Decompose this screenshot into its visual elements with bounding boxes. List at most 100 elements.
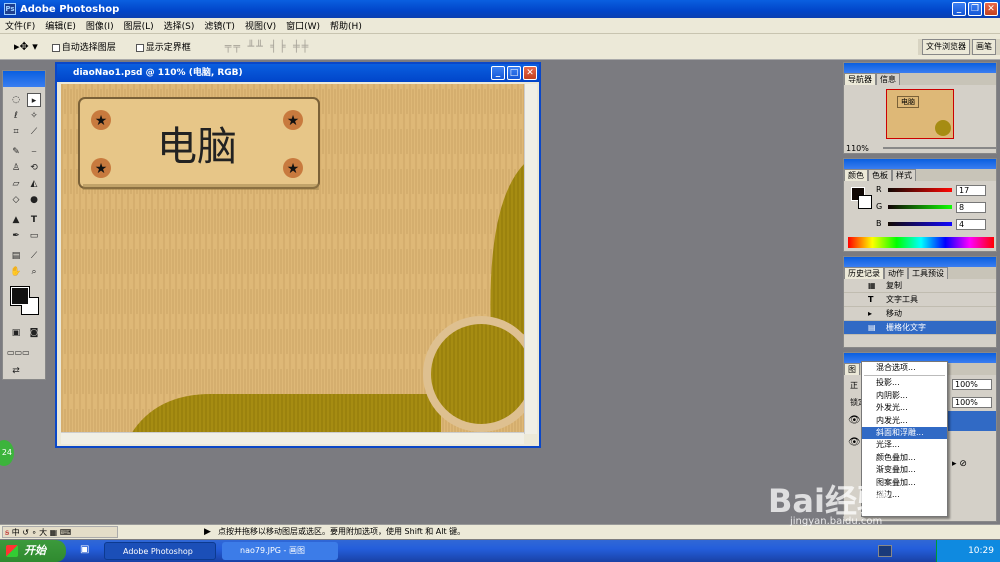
clock[interactable]: 10:29: [968, 546, 994, 556]
menu-item-inner-shadow[interactable]: 内阴影...: [862, 390, 947, 402]
doc-maximize-button[interactable]: □: [507, 66, 521, 80]
brushes-tab[interactable]: 画笔: [972, 39, 996, 55]
menu-select[interactable]: 选择(S): [159, 19, 200, 32]
menu-item-gradient-overlay[interactable]: 渐变叠加...: [862, 464, 947, 476]
menu-edit[interactable]: 编辑(E): [40, 19, 81, 32]
tab-swatches[interactable]: 色板: [868, 169, 892, 181]
tab-info[interactable]: 信息: [876, 73, 900, 85]
start-button[interactable]: 开始: [0, 540, 66, 562]
quick-launch-icon[interactable]: ▣: [80, 544, 89, 555]
history-item-selected[interactable]: ▤ 栅格化文字: [844, 321, 996, 335]
screen-mode-icons[interactable]: ▭▭▭: [7, 346, 30, 360]
ime-mode-label[interactable]: 中: [12, 528, 20, 537]
pen-tool-icon[interactable]: ✒: [9, 229, 23, 243]
menu-item-drop-shadow[interactable]: 投影...: [862, 377, 947, 389]
slice-tool-icon[interactable]: ⟋: [27, 125, 41, 139]
dodge-tool-icon[interactable]: ●: [27, 193, 41, 207]
tray-app-icon[interactable]: [878, 545, 892, 557]
navigator-thumbnail[interactable]: 电脑: [886, 89, 954, 139]
eraser-tool-icon[interactable]: ▱: [9, 177, 23, 191]
g-slider[interactable]: [888, 205, 952, 209]
menu-item-satin[interactable]: 光泽...: [862, 439, 947, 451]
menu-file[interactable]: 文件(F): [0, 19, 40, 32]
taskbar-photoshop[interactable]: Adobe Photoshop: [104, 542, 216, 560]
clone-stamp-icon[interactable]: ♙: [9, 161, 23, 175]
align-icons[interactable]: ╤╤ ╨╨ ╡╞ ╪╪: [225, 40, 310, 53]
menu-layer[interactable]: 图层(L): [119, 19, 159, 32]
close-button[interactable]: ✕: [984, 2, 998, 16]
menu-item-inner-glow[interactable]: 内发光...: [862, 415, 947, 427]
r-slider[interactable]: [888, 188, 952, 192]
move-tool-preset-icon[interactable]: ▸✥ ▾: [14, 40, 38, 53]
eye-icon[interactable]: 👁: [848, 415, 861, 426]
bg-color-chip[interactable]: [858, 195, 872, 209]
menu-item-blending-options[interactable]: 混合选项...: [862, 362, 947, 374]
layer-style-icon[interactable]: ▸ ⊘: [952, 459, 967, 469]
menu-image[interactable]: 图像(I): [81, 19, 119, 32]
history-brush-icon[interactable]: ⟲: [27, 161, 41, 175]
menu-filter[interactable]: 滤镜(T): [199, 19, 240, 32]
auto-select-layer-option[interactable]: 自动选择图层: [51, 40, 116, 53]
eye-icon[interactable]: 👁: [848, 437, 861, 448]
hand-tool-icon[interactable]: ✋: [9, 265, 23, 279]
paint-bucket-icon[interactable]: ◭: [27, 177, 41, 191]
menu-window[interactable]: 窗口(W): [281, 19, 325, 32]
menu-view[interactable]: 视图(V): [240, 19, 281, 32]
g-value-input[interactable]: 8: [956, 202, 986, 213]
menu-item-bevel-emboss[interactable]: 斜面和浮雕...: [862, 426, 947, 440]
move-tool-icon[interactable]: ▸: [27, 93, 41, 107]
tab-layers[interactable]: 图: [844, 363, 860, 375]
shape-tool-icon[interactable]: ▭: [27, 229, 41, 243]
minimize-button[interactable]: _: [952, 2, 966, 16]
history-item[interactable]: T 文字工具: [844, 293, 996, 307]
vertical-scrollbar[interactable]: [524, 84, 537, 434]
show-bounds-option[interactable]: 显示定界框: [135, 40, 191, 53]
opacity-input[interactable]: 100%: [952, 379, 992, 390]
crop-tool-icon[interactable]: ⌗: [9, 125, 23, 139]
doc-minimize-button[interactable]: _: [491, 66, 505, 80]
jump-to-imageready-icon[interactable]: ⇄: [9, 364, 23, 378]
healing-brush-icon[interactable]: ✎: [9, 145, 23, 159]
brush-tool-icon[interactable]: ⎯: [27, 145, 41, 159]
blur-tool-icon[interactable]: ◇: [9, 193, 23, 207]
standard-mode-icon[interactable]: ▣: [9, 326, 23, 340]
menu-item-outer-glow[interactable]: 外发光...: [862, 402, 947, 414]
blend-mode-select[interactable]: 正: [850, 380, 858, 391]
taskbar-paint[interactable]: nao79.JPG - 画图: [222, 542, 338, 560]
quick-mask-icon[interactable]: ◙: [27, 326, 41, 340]
history-item[interactable]: ▦ 复制: [844, 279, 996, 293]
navigator-zoom[interactable]: 110%: [846, 144, 869, 153]
type-tool-icon[interactable]: T: [27, 213, 41, 227]
menu-item-color-overlay[interactable]: 颜色叠加...: [862, 452, 947, 464]
notes-tool-icon[interactable]: ▤: [9, 249, 23, 263]
marquee-tool-icon[interactable]: ◌: [9, 93, 23, 107]
tab-tool-presets[interactable]: 工具预设: [908, 267, 948, 279]
history-item[interactable]: ▸ 移动: [844, 307, 996, 321]
ime-toolbar[interactable]: ꞩ 中 ↺ ∘ 大 ▦ ⌨: [2, 526, 118, 538]
image-canvas[interactable]: ★ ★ ★ ★ 电脑: [61, 84, 524, 434]
b-slider[interactable]: [888, 222, 952, 226]
zoom-tool-icon[interactable]: ⌕: [27, 265, 41, 279]
file-browser-tab[interactable]: 文件浏览器: [922, 39, 970, 55]
b-value-input[interactable]: 4: [956, 219, 986, 230]
color-ramp[interactable]: [848, 237, 994, 248]
menu-help[interactable]: 帮助(H): [325, 19, 367, 32]
eyedropper-icon[interactable]: ⟋: [27, 249, 41, 263]
horizontal-scrollbar[interactable]: [61, 432, 524, 444]
auto-select-checkbox[interactable]: [51, 43, 60, 52]
fill-input[interactable]: 100%: [952, 397, 992, 408]
doc-close-button[interactable]: ✕: [523, 66, 537, 80]
r-value-input[interactable]: 17: [956, 185, 986, 196]
restore-button[interactable]: ❐: [968, 2, 982, 16]
tab-color[interactable]: 颜色: [844, 169, 868, 181]
ime-controls-icon[interactable]: ↺ ∘ 大 ▦ ⌨: [22, 528, 71, 537]
document-title-bar[interactable]: diaoNao1.psd @ 110% (电脑, RGB) _ □ ✕: [57, 64, 539, 82]
tab-styles[interactable]: 样式: [892, 169, 916, 181]
path-select-icon[interactable]: ▲: [9, 213, 23, 227]
tab-history[interactable]: 历史记录: [844, 267, 884, 279]
tab-actions[interactable]: 动作: [884, 267, 908, 279]
navigator-zoom-slider[interactable]: [882, 147, 996, 149]
tab-navigator[interactable]: 导航器: [844, 73, 876, 85]
show-bounds-checkbox[interactable]: [135, 43, 144, 52]
notification-badge[interactable]: 24: [0, 440, 14, 466]
